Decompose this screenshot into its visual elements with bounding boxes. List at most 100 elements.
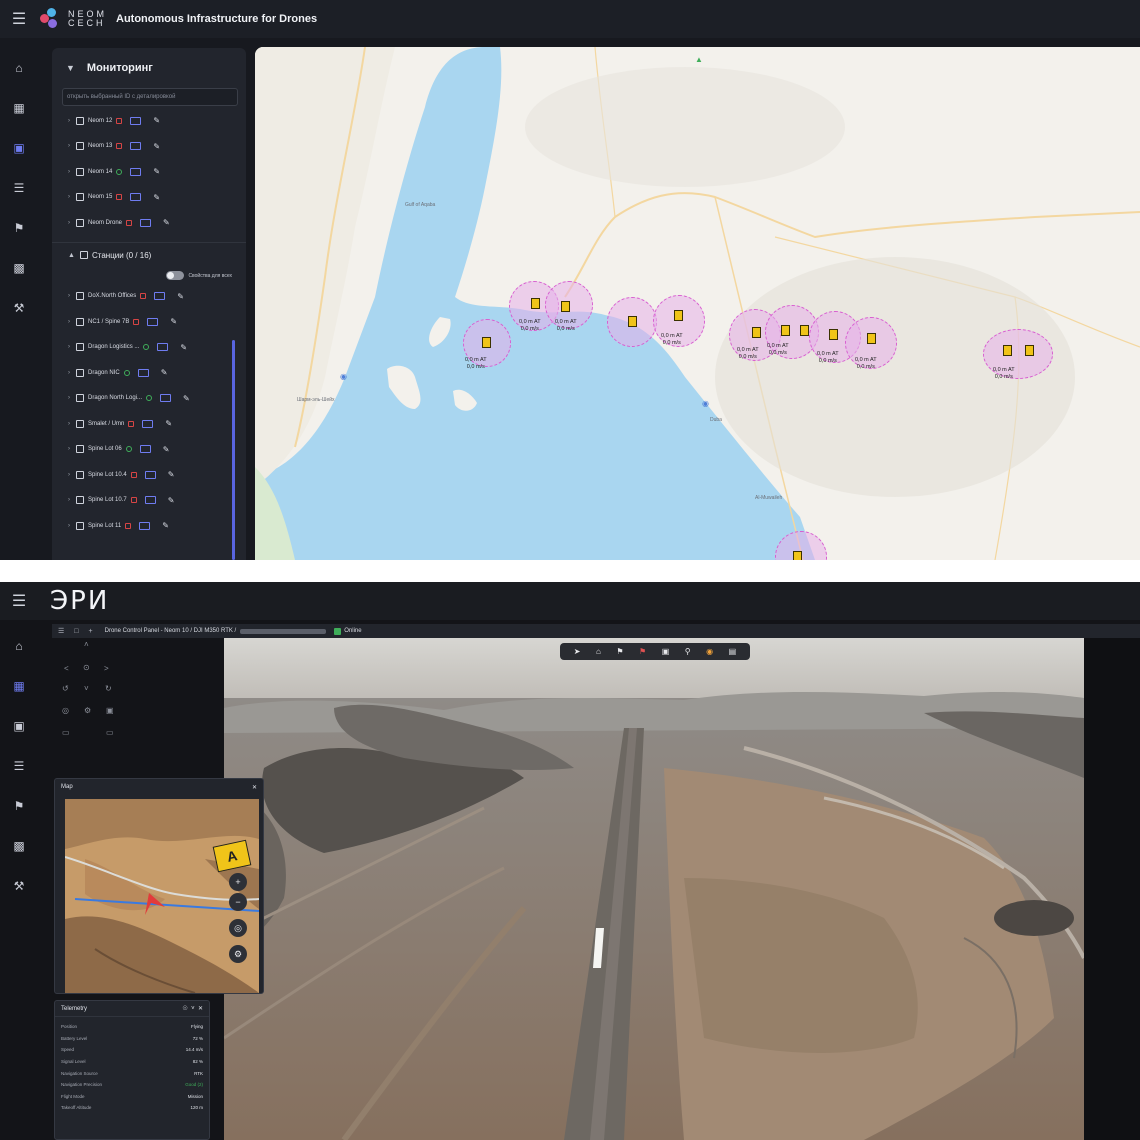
- settings-icon[interactable]: ⚙: [229, 945, 247, 963]
- station-row[interactable]: › DoX.North Offices ✎: [52, 284, 246, 310]
- edit-icon[interactable]: ✎: [161, 368, 168, 377]
- drone-row[interactable]: › Neom Drone ✎: [52, 210, 246, 236]
- video-feed-icon[interactable]: [130, 167, 142, 176]
- pin-icon[interactable]: ◉: [340, 372, 347, 381]
- location-icon[interactable]: ⚲: [685, 647, 691, 656]
- rotate-left-icon[interactable]: ↺: [62, 684, 69, 693]
- station-row[interactable]: › Dragon North Logi... ✎: [52, 386, 246, 412]
- monitor-icon[interactable]: ▣: [0, 706, 38, 746]
- takeoff-icon[interactable]: ➤: [574, 647, 581, 656]
- gps-icon[interactable]: ◉: [706, 647, 713, 656]
- close-icon[interactable]: ✕: [198, 1006, 203, 1012]
- station-row[interactable]: › Spine Lot 06 ✎: [52, 437, 246, 463]
- video-feed-icon[interactable]: [139, 445, 151, 454]
- center-icon[interactable]: ⊙: [83, 663, 90, 672]
- edit-icon[interactable]: ✎: [163, 445, 170, 454]
- menu-icon[interactable]: ☰: [0, 591, 38, 611]
- edit-icon[interactable]: ✎: [162, 521, 169, 530]
- station-checkbox[interactable]: [76, 470, 84, 479]
- video-feed-icon[interactable]: [144, 470, 156, 479]
- wrench-icon[interactable]: ⚒: [0, 866, 38, 906]
- shield-icon[interactable]: ☉: [182, 1006, 187, 1012]
- video-feed-icon[interactable]: [160, 394, 172, 403]
- drone-checkbox[interactable]: [76, 116, 84, 125]
- station-checkbox[interactable]: [76, 394, 84, 403]
- video-feed-icon[interactable]: [137, 368, 149, 377]
- edit-icon[interactable]: ✎: [165, 419, 172, 428]
- flag-alert-icon[interactable]: ⚑: [639, 647, 646, 656]
- station-row[interactable]: › Spine Lot 11 ✎: [52, 513, 246, 539]
- menu-icon[interactable]: ☰: [0, 9, 38, 29]
- edit-icon[interactable]: ✎: [170, 317, 177, 326]
- station-row[interactable]: › Dragon NIC ✎: [52, 360, 246, 386]
- video-feed-icon[interactable]: [142, 419, 154, 428]
- window-icon[interactable]: □: [74, 628, 78, 635]
- home-icon[interactable]: ⌂: [0, 626, 38, 666]
- drone-row[interactable]: › Neom 12 ✎: [52, 108, 246, 134]
- camera-icon[interactable]: ▩: [0, 826, 38, 866]
- menu-icon[interactable]: ☰: [58, 627, 64, 635]
- arrow-up-icon[interactable]: ˄: [84, 640, 89, 649]
- video-feed-icon[interactable]: [130, 193, 142, 202]
- chevron-right-icon[interactable]: ›: [68, 497, 76, 503]
- camera-icon[interactable]: ▩: [0, 248, 38, 288]
- drone-row[interactable]: › Neom 13 ✎: [52, 134, 246, 160]
- chevron-right-icon[interactable]: ›: [68, 220, 76, 226]
- chevron-right-icon[interactable]: ›: [68, 118, 76, 124]
- panel-scrollbar[interactable]: [232, 340, 235, 560]
- chevron-right-icon[interactable]: ›: [68, 319, 76, 325]
- chevron-right-icon[interactable]: ›: [68, 293, 76, 299]
- drone-checkbox[interactable]: [76, 167, 84, 176]
- camera-icon[interactable]: ◎: [62, 706, 69, 715]
- chevron-right-icon[interactable]: ›: [68, 344, 76, 350]
- arrow-right-icon[interactable]: ˃: [104, 664, 109, 673]
- grid-icon[interactable]: ▦: [0, 666, 38, 706]
- edit-icon[interactable]: ✎: [177, 292, 184, 301]
- chevron-right-icon[interactable]: ›: [68, 194, 76, 200]
- panel-header[interactable]: ▼ Мониторинг: [52, 48, 246, 88]
- home-icon[interactable]: ⌂: [0, 48, 38, 88]
- grid-icon[interactable]: ▦: [0, 88, 38, 128]
- station-checkbox[interactable]: [76, 445, 84, 454]
- chevron-right-icon[interactable]: ›: [68, 446, 76, 452]
- chevron-right-icon[interactable]: ›: [68, 421, 76, 427]
- station-row[interactable]: › Spine Lot 10.4 ✎: [52, 462, 246, 488]
- group-checkbox[interactable]: [80, 251, 88, 259]
- edit-icon[interactable]: ✎: [153, 167, 160, 176]
- properties-toggle[interactable]: [166, 271, 185, 280]
- zoom-out-button[interactable]: −: [229, 893, 247, 911]
- station-row[interactable]: › Spine Lot 10.7 ✎: [52, 488, 246, 514]
- list-icon[interactable]: ☰: [0, 746, 38, 786]
- station-checkbox[interactable]: [76, 317, 84, 326]
- focus-icon[interactable]: ▣: [106, 706, 114, 715]
- video-feed-icon[interactable]: [130, 116, 142, 125]
- edit-icon[interactable]: ✎: [153, 116, 160, 125]
- station-checkbox[interactable]: [76, 292, 84, 301]
- edit-icon[interactable]: ✎: [163, 218, 170, 227]
- edit-icon[interactable]: ✎: [168, 496, 175, 505]
- drone-row[interactable]: › Neom 14 ✎: [52, 159, 246, 185]
- station-row[interactable]: › Smalet / Umn ✎: [52, 411, 246, 437]
- map-window-titlebar[interactable]: Map ✕: [55, 779, 263, 795]
- edit-icon[interactable]: ✎: [180, 343, 187, 352]
- stations-group-header[interactable]: ▲ Станции (0 / 16): [52, 241, 246, 268]
- station-row[interactable]: › NC1 / Spine 7B ✎: [52, 309, 246, 335]
- chevron-right-icon[interactable]: ›: [68, 472, 76, 478]
- panel-search-input[interactable]: открыть выбранный ID с деталировкой: [62, 88, 238, 106]
- zoom-in-button[interactable]: +: [229, 873, 247, 891]
- video-feed-icon[interactable]: [130, 142, 142, 151]
- list-icon[interactable]: ☰: [0, 168, 38, 208]
- home-icon[interactable]: ⌂: [596, 647, 601, 656]
- wrench-icon[interactable]: ⚒: [0, 288, 38, 328]
- chevron-right-icon[interactable]: ›: [68, 523, 76, 529]
- video-feed-icon[interactable]: [147, 317, 159, 326]
- flag-icon[interactable]: ⚑: [0, 208, 38, 248]
- chevron-right-icon[interactable]: ›: [68, 370, 76, 376]
- video-feed-icon[interactable]: [154, 292, 166, 301]
- drone-row[interactable]: › Neom 15 ✎: [52, 185, 246, 211]
- edit-icon[interactable]: ✎: [183, 394, 190, 403]
- video-feed[interactable]: ➤ ⌂ ⚑ ⚑ ▣ ⚲ ◉ ▤: [224, 638, 1084, 1140]
- edit-icon[interactable]: ✎: [168, 470, 175, 479]
- rotate-right-icon[interactable]: ↻: [105, 684, 112, 693]
- flag-icon[interactable]: ⚑: [616, 647, 623, 656]
